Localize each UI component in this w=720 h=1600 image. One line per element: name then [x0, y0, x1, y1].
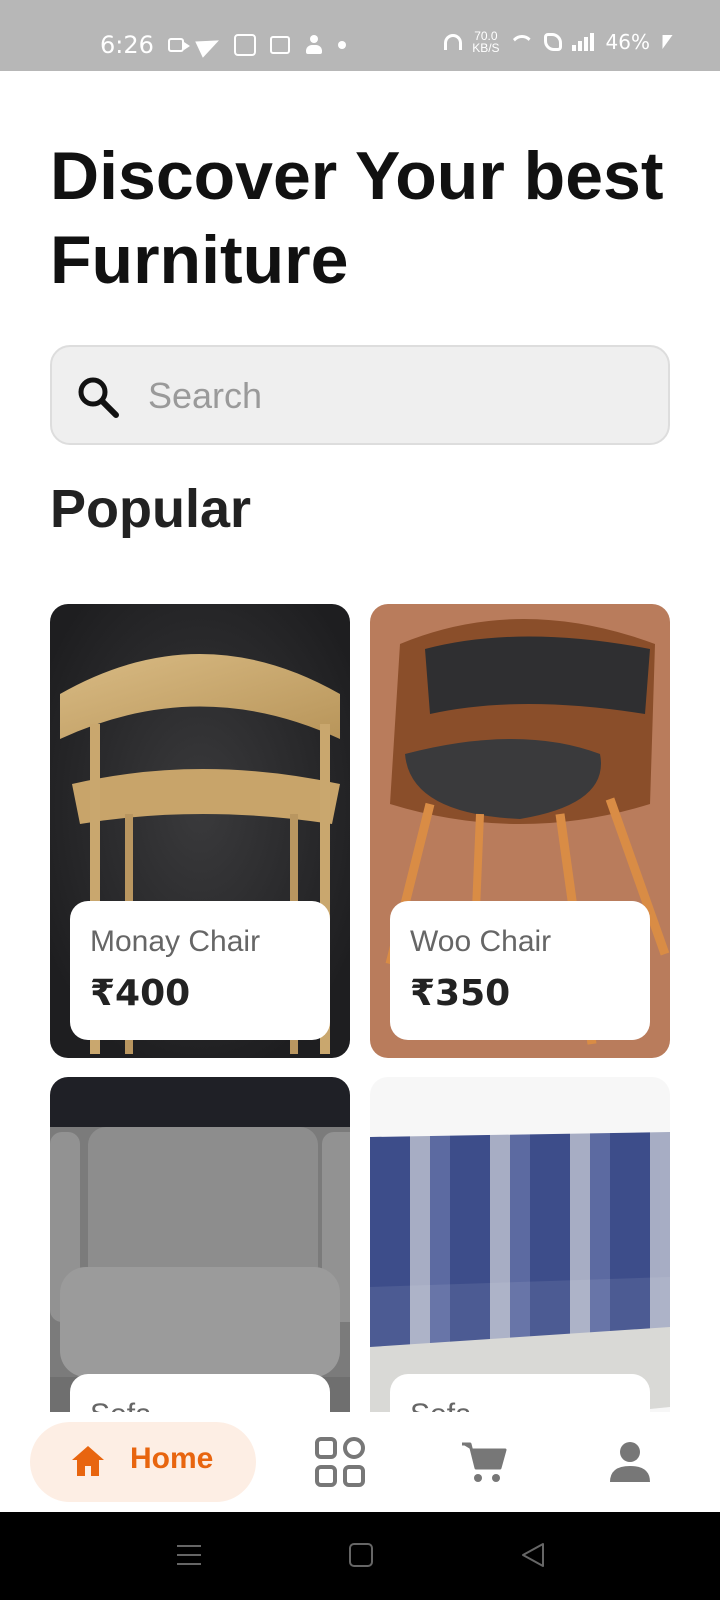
- striped-sofa-image: [370, 1077, 670, 1412]
- system-navigation-bar: [0, 1512, 720, 1600]
- search-input[interactable]: [146, 367, 650, 425]
- wifi-icon: [510, 33, 534, 51]
- headset-icon: [444, 34, 463, 50]
- notification-icons: [168, 32, 360, 58]
- page-title: Discover Your best Furniture: [50, 138, 664, 298]
- product-name: Sofa: [410, 1398, 472, 1412]
- product-price: ₹400: [90, 973, 191, 1014]
- nav-home-button[interactable]: Home: [30, 1422, 256, 1502]
- product-card[interactable]: Sofa: [370, 1077, 670, 1412]
- network-speed-unit: KB/S: [472, 41, 500, 55]
- product-info: Sofa: [70, 1374, 330, 1412]
- product-card[interactable]: Sofa: [50, 1077, 350, 1412]
- battery-level: 46%: [605, 30, 650, 54]
- product-name: Woo Chair: [410, 925, 552, 958]
- profile-icon[interactable]: [604, 1436, 656, 1488]
- product-info: Woo Chair ₹350: [390, 901, 650, 1040]
- video-camera-icon: [168, 38, 190, 52]
- product-name: Sofa: [90, 1398, 152, 1412]
- charging-icon: [657, 35, 673, 49]
- product-grid[interactable]: Monay Chair ₹400 Woo Chair ₹350: [0, 600, 720, 1412]
- grid-icon[interactable]: [314, 1436, 366, 1488]
- search-icon: [78, 377, 119, 418]
- product-price: ₹350: [410, 973, 511, 1014]
- product-card[interactable]: Monay Chair ₹400: [50, 604, 350, 1058]
- system-indicators: 70.0 KB/S 46%: [434, 30, 673, 54]
- telegram-icon: [195, 32, 223, 58]
- more-notifications-dot-icon: [338, 41, 346, 49]
- section-title-popular: Popular: [50, 479, 252, 539]
- messages-icon: [270, 36, 290, 54]
- status-bar: 6:26 70.0 KB/S 46%: [0, 0, 720, 71]
- app-user-icon: [304, 35, 324, 55]
- home-button-icon[interactable]: [348, 1542, 374, 1568]
- wifi-calling-icon: [543, 33, 562, 51]
- product-name: Monay Chair: [90, 925, 261, 958]
- product-info: Sofa: [390, 1374, 650, 1412]
- back-icon[interactable]: [520, 1542, 546, 1568]
- status-time: 6:26: [100, 31, 154, 59]
- product-info: Monay Chair ₹400: [70, 901, 330, 1040]
- search-bar[interactable]: [50, 345, 670, 445]
- home-icon: [72, 1446, 104, 1476]
- product-card[interactable]: Woo Chair ₹350: [370, 604, 670, 1058]
- bottom-navigation: Home: [0, 1412, 720, 1512]
- grey-sofa-image: [50, 1077, 350, 1412]
- network-speed: 70.0 KB/S: [472, 30, 499, 54]
- app-notification-icon: [234, 34, 256, 56]
- recent-apps-icon[interactable]: [176, 1542, 202, 1568]
- nav-home-label: Home: [130, 1442, 214, 1475]
- cart-icon[interactable]: [458, 1436, 510, 1488]
- signal-icon: [571, 33, 596, 51]
